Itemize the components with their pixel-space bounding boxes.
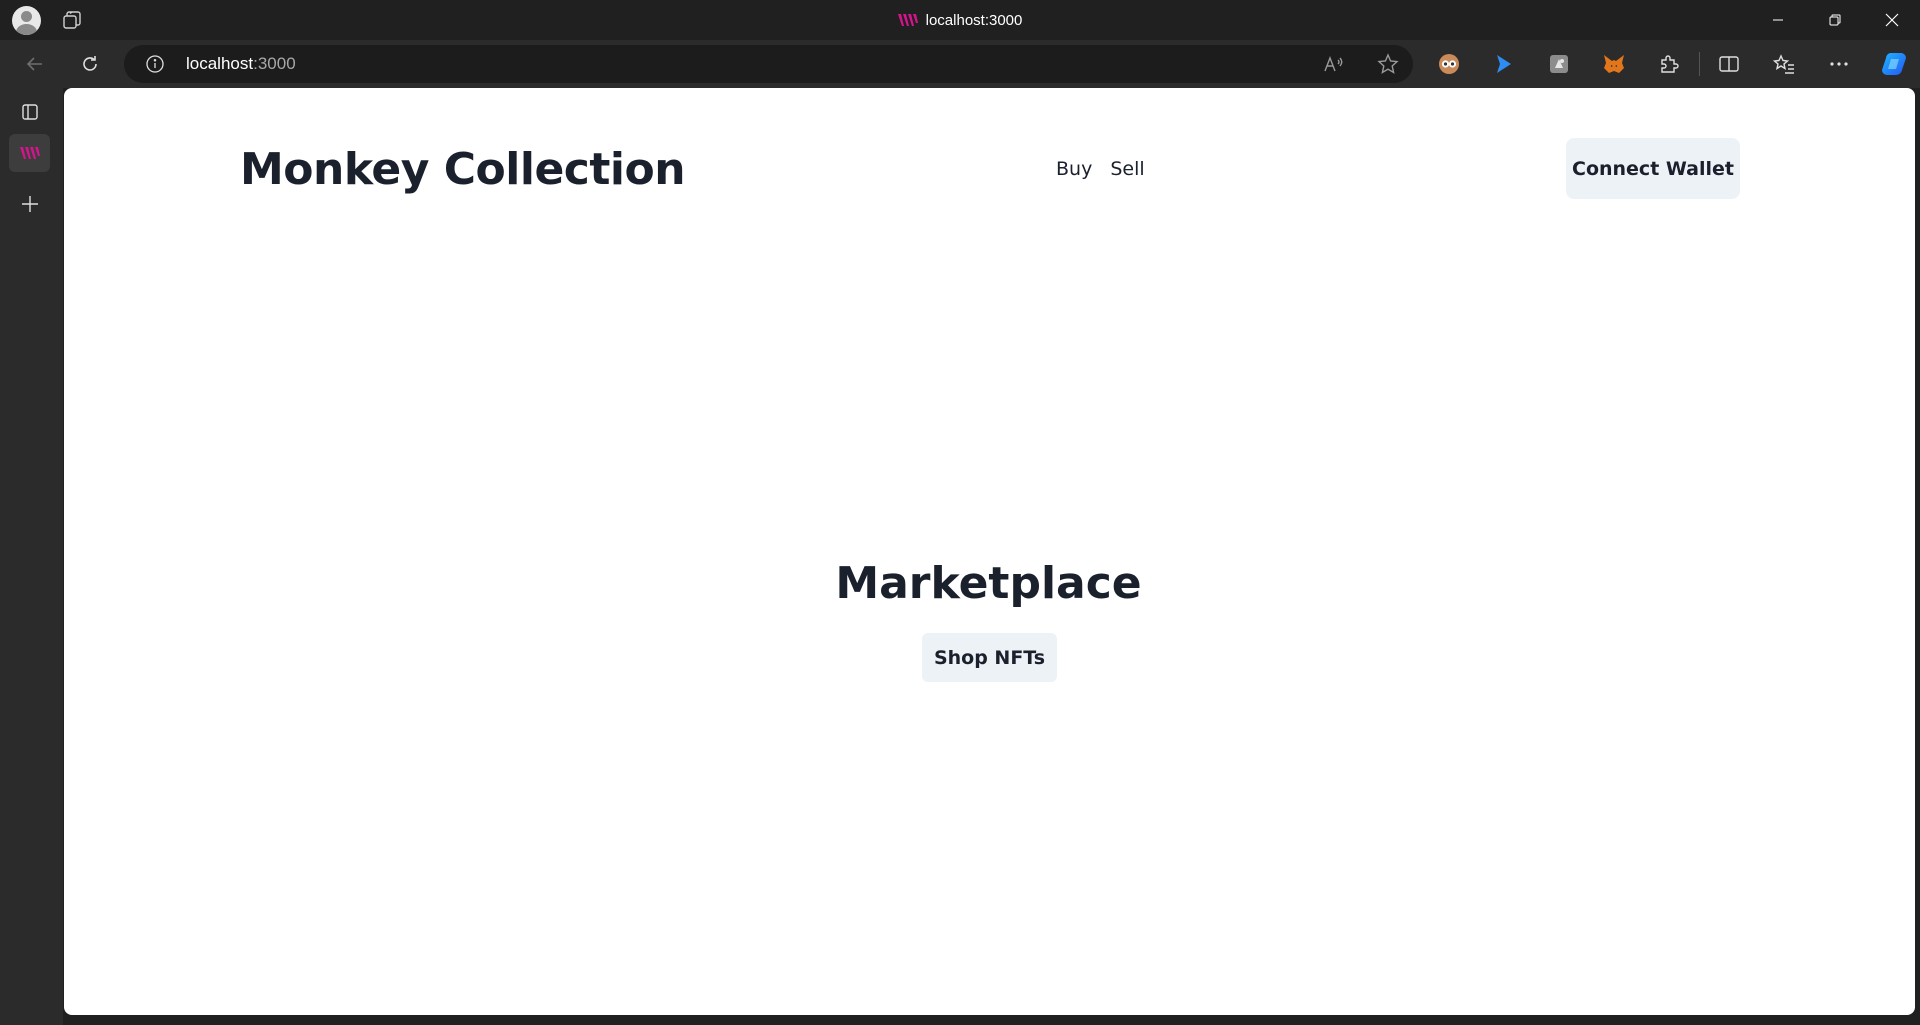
read-aloud-icon[interactable] [1323, 53, 1345, 75]
url-host: localhost [186, 54, 254, 73]
extensions-puzzle-icon[interactable] [1655, 50, 1683, 78]
window-controls [1749, 0, 1920, 40]
metamask-fox-icon[interactable] [1600, 50, 1628, 78]
star-icon[interactable] [1377, 53, 1399, 75]
vertical-tabs-sidebar [0, 88, 63, 1025]
hero-title: Marketplace [64, 562, 1915, 606]
tab-actions-icon[interactable] [16, 98, 44, 126]
split-screen-icon[interactable] [1715, 50, 1743, 78]
refresh-icon[interactable] [76, 50, 104, 78]
site-info-icon[interactable] [144, 53, 166, 75]
cursor-extension-icon[interactable] [1490, 50, 1518, 78]
connect-wallet-button[interactable]: Connect Wallet [1566, 138, 1740, 199]
address-bar[interactable]: localhost:3000 [124, 45, 1413, 83]
nav-link-sell[interactable]: Sell [1110, 158, 1144, 180]
url-port: :3000 [253, 54, 296, 73]
hero-title-text: Marketplace [835, 558, 1142, 609]
shop-nfts-button[interactable]: Shop NFTs [922, 633, 1057, 682]
site-favicon-icon [19, 147, 40, 159]
close-window-button[interactable] [1863, 0, 1920, 40]
more-dots-icon[interactable] [1825, 50, 1853, 78]
title-bar: localhost:3000 [0, 0, 1920, 40]
browser-toolbar: localhost:3000 [0, 40, 1920, 88]
minimize-button[interactable] [1749, 0, 1806, 40]
back-arrow-icon[interactable] [21, 50, 49, 78]
site-nav: Buy Sell [1056, 158, 1145, 180]
nav-link-buy[interactable]: Buy [1056, 158, 1092, 180]
window-title: localhost:3000 [925, 11, 1023, 29]
window-title-area: localhost:3000 [0, 0, 1920, 40]
site-title[interactable]: Monkey Collection [240, 144, 686, 195]
gray-extension-icon[interactable] [1545, 50, 1573, 78]
owl-extension-icon[interactable] [1435, 50, 1463, 78]
page-viewport: Monkey Collection Buy Sell Connect Walle… [64, 88, 1915, 1015]
site-favicon-icon [897, 13, 918, 27]
restore-button[interactable] [1806, 0, 1863, 40]
active-tab[interactable] [9, 134, 50, 172]
address-url[interactable]: localhost:3000 [186, 54, 296, 74]
toolbar-divider [1699, 52, 1700, 76]
new-tab-plus-icon[interactable] [16, 190, 44, 218]
favorites-list-icon[interactable] [1770, 50, 1798, 78]
copilot-icon[interactable] [1880, 50, 1908, 78]
